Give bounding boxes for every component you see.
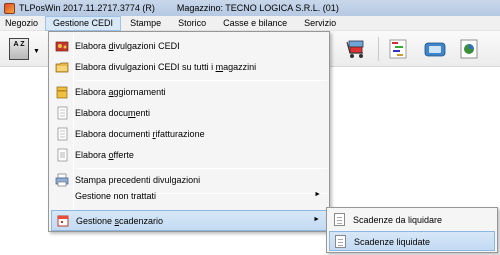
submenu-item-label: Scadenze liquidate: [354, 237, 431, 247]
document-icon: [335, 235, 346, 248]
menu-servizio[interactable]: Servizio: [294, 16, 343, 31]
submenu-arrow-icon: ►: [313, 216, 320, 223]
menu-storico[interactable]: Storico: [168, 16, 213, 31]
gantt-button[interactable]: [385, 36, 411, 62]
menu-separator: [77, 168, 327, 169]
submenu-item-scadenze-liquidate[interactable]: Scadenze liquidate: [329, 231, 495, 251]
offer-icon: [57, 148, 68, 162]
toolbar-separator: [378, 37, 379, 61]
menu-item-label: Elabora offerte: [75, 150, 134, 160]
menu-item-label: Elabora aggiornamenti: [75, 87, 166, 97]
document-icon: [57, 106, 68, 120]
menu-item-elabora-aggiornamenti[interactable]: Elabora aggiornamenti: [51, 82, 327, 103]
gestione-scadenzario-submenu: Scadenze da liquidare Scadenze liquidate: [326, 207, 498, 253]
card-reader-icon: [424, 42, 446, 57]
menu-item-elabora-documenti[interactable]: Elabora documenti: [51, 103, 327, 124]
store-label: Magazzino: TECNO LOGICA S.R.L. (01): [176, 3, 339, 13]
menu-bar: Negozio Gestione CEDI Stampe Storico Cas…: [0, 15, 500, 31]
az-sort-button[interactable]: A Z: [6, 36, 32, 62]
app-icon: [4, 2, 15, 14]
menu-item-gestione-non-trattati[interactable]: Gestione non trattati ►: [51, 186, 327, 207]
menu-negozio[interactable]: Negozio: [0, 16, 45, 31]
package-icon: [56, 86, 68, 99]
az-sort-icon: A Z: [9, 38, 29, 60]
menu-item-label: Gestione scadenzario: [76, 216, 164, 226]
calendar-icon: [57, 215, 69, 227]
gantt-chart-icon: [389, 39, 407, 59]
menu-item-elabora-offerte[interactable]: Elabora offerte: [51, 145, 327, 166]
submenu-arrow-icon: ►: [314, 191, 321, 198]
menu-item-label: Elabora divulgazioni CEDI: [75, 41, 180, 51]
document-icon: [334, 213, 345, 226]
menu-item-label: Elabora documenti rifatturazione: [75, 129, 205, 139]
menu-item-elabora-documenti-rifatturazione[interactable]: Elabora documenti rifatturazione: [51, 124, 327, 145]
submenu-item-label: Scadenze da liquidare: [353, 215, 443, 225]
menu-item-label: Elabora documenti: [75, 108, 151, 118]
printer-icon: [55, 173, 69, 187]
report-button[interactable]: [456, 36, 482, 62]
menu-item-elabora-divulgazioni-tutti-magazzini[interactable]: Elabora divulgazioni CEDI su tutti i mag…: [51, 57, 327, 78]
gears-icon: [55, 41, 69, 52]
chevron-down-icon[interactable]: ▼: [33, 48, 40, 55]
menu-item-label: Elabora divulgazioni CEDI su tutti i mag…: [75, 62, 257, 72]
menu-separator: [77, 80, 327, 81]
shopping-cart-icon: [346, 40, 364, 58]
submenu-item-scadenze-da-liquidare[interactable]: Scadenze da liquidare: [329, 210, 495, 230]
pie-chart-report-icon: [460, 39, 478, 59]
title-bar: TLPosWin 2017.11.2717.3774 (R) Magazzino…: [0, 0, 500, 16]
menu-casse-e-bilance[interactable]: Casse e bilance: [213, 16, 294, 31]
menu-gestione-cedi[interactable]: Gestione CEDI: [45, 15, 122, 31]
menu-item-gestione-scadenzario[interactable]: Gestione scadenzario ►: [51, 210, 327, 231]
folder-icon: [55, 62, 69, 73]
gestione-cedi-menu: Elabora divulgazioni CEDI Elabora divulg…: [48, 31, 330, 232]
cart-button[interactable]: [343, 36, 369, 62]
menu-item-label: Gestione non trattati: [75, 191, 157, 201]
menu-item-elabora-divulgazioni-cedi[interactable]: Elabora divulgazioni CEDI: [51, 36, 327, 57]
menu-stampe[interactable]: Stampe: [121, 16, 168, 31]
card-reader-button[interactable]: [422, 36, 448, 62]
menu-item-label: Stampa precedenti divulgazioni: [75, 175, 201, 185]
app-title: TLPosWin 2017.11.2717.3774 (R): [19, 3, 155, 13]
document-icon: [57, 127, 68, 141]
